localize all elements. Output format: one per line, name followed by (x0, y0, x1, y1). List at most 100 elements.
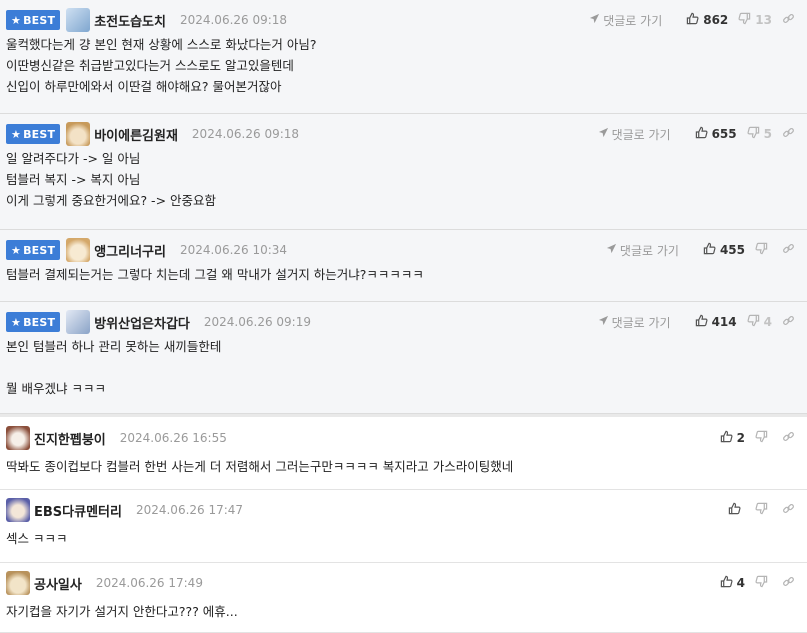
copy-link-button[interactable] (782, 12, 799, 28)
comment: 공사일사 2024.06.26 17:49 4 자기컵을 자기가 설거지 안한다고??… (0, 563, 807, 633)
comment: EBS다큐멘터리 2024.06.26 17:47 섹스 ㅋㅋㅋ (0, 490, 807, 563)
comment-header: EBS다큐멘터리 2024.06.26 17:47 (6, 498, 807, 522)
comment-line: 일 알려주다가 -> 일 아님 (6, 151, 141, 166)
nickname[interactable]: 진지한펩붕이 (34, 429, 106, 448)
link-icon (782, 314, 799, 330)
comment-date: 2024.06.26 17:49 (95, 576, 203, 590)
thumbs-down-icon (755, 430, 772, 446)
copy-link-button[interactable] (782, 126, 799, 142)
go-to-reply-link[interactable]: 댓글로 가기 (589, 12, 662, 29)
copy-link-button[interactable] (782, 242, 799, 258)
comment-actions: 2 (710, 426, 799, 450)
link-icon (782, 12, 799, 28)
go-to-reply-link[interactable]: 댓글로 가기 (606, 242, 679, 259)
dislike-button[interactable] (755, 430, 772, 446)
avatar[interactable] (6, 426, 30, 450)
like-count: 655 (711, 127, 737, 141)
comment-body: 딱봐도 종이컵보다 컴블러 한번 사는게 더 저렴해서 그러는구만ㅋㅋㅋㅋ 복지… (6, 456, 797, 477)
avatar[interactable] (66, 238, 91, 262)
comment-line: 딱봐도 종이컵보다 컴블러 한번 사는게 더 저렴해서 그러는구만ㅋㅋㅋㅋ 복지… (6, 459, 514, 474)
copy-link-button[interactable] (782, 430, 799, 446)
link-icon (782, 242, 799, 258)
comment-date: 2024.06.26 09:18 (179, 13, 288, 27)
avatar[interactable] (66, 8, 91, 32)
like-count: 4 (736, 576, 745, 590)
best-comment: ★ BEST 바이에른김원재 2024.06.26 09:18 댓글로 가기 655 5 일 … (0, 114, 807, 230)
comment-line: 이딴병신같은 취급받고있다는거 스스로도 알고있을텐데 (6, 58, 294, 73)
best-badge: ★ BEST (6, 124, 61, 144)
nickname[interactable]: 방위산업은차갑다 (94, 313, 190, 332)
like-button[interactable]: 4 (720, 575, 745, 591)
avatar[interactable] (66, 310, 91, 334)
thumbs-down-icon (747, 314, 764, 330)
comment-actions: 댓글로 가기 455 (606, 238, 799, 262)
dislike-button[interactable] (755, 575, 772, 591)
thumbs-up-icon (728, 502, 745, 518)
comment-body: 울컥했다는게 걍 본인 현재 상황에 스스로 화났다는거 아님? 이딴병신같은 취… (6, 34, 797, 97)
reply-arrow-icon (606, 243, 620, 257)
go-to-reply-link[interactable]: 댓글로 가기 (598, 314, 671, 331)
nickname[interactable]: 공사일사 (34, 574, 82, 593)
comment-header: 공사일사 2024.06.26 17:49 4 (6, 571, 807, 595)
comment-line: 텀블러 복지 -> 복지 아님 (6, 172, 141, 187)
nickname[interactable]: 앵그리너구리 (94, 241, 166, 260)
dislike-button[interactable] (755, 502, 772, 518)
comment-body: 텀블러 결제되는거는 그렇다 치는데 그걸 왜 막내가 설거지 하는거냐?ㅋㅋㅋ… (6, 264, 797, 285)
copy-link-button[interactable] (782, 314, 799, 330)
star-icon: ★ (11, 243, 22, 257)
link-icon (782, 575, 799, 591)
thumbs-down-icon (755, 242, 772, 258)
best-comment: ★ BEST 앵그리너구리 2024.06.26 10:34 댓글로 가기 455 텀블러 … (0, 230, 807, 302)
comment-line: 이게 그렇게 중요한거에요? -> 안중요함 (6, 193, 217, 208)
like-button[interactable]: 862 (686, 12, 728, 28)
copy-link-button[interactable] (782, 575, 799, 591)
comment-line: 텀블러 결제되는거는 그렇다 치는데 그걸 왜 막내가 설거지 하는거냐?ㅋㅋㅋ… (6, 267, 424, 282)
avatar[interactable] (6, 498, 30, 522)
thumbs-down-icon (755, 502, 772, 518)
like-button[interactable]: 2 (720, 430, 745, 446)
like-button[interactable] (728, 502, 745, 518)
comment-line: 울컥했다는게 걍 본인 현재 상황에 스스로 화났다는거 아님? (6, 37, 317, 52)
dislike-button[interactable]: 5 (747, 126, 772, 142)
thumbs-up-icon (695, 126, 712, 142)
comment-date: 2024.06.26 17:47 (135, 503, 244, 517)
best-comment: ★ BEST 초전도습도치 2024.06.26 09:18 댓글로 가기 862 13 울컥… (0, 0, 807, 114)
like-button[interactable]: 414 (695, 314, 737, 330)
comment-body: 자기컵을 자기가 설거지 안한다고??? 에휴... (6, 601, 797, 622)
go-to-reply-link[interactable]: 댓글로 가기 (598, 126, 671, 143)
comment-body: 일 알려주다가 -> 일 아님텀블러 복지 -> 복지 아님이게 그렇게 중요한… (6, 148, 797, 211)
thumbs-up-icon (720, 575, 737, 591)
comment-header: ★ BEST 바이에른김원재 2024.06.26 09:18 댓글로 가기 655 5 (6, 122, 807, 146)
nickname[interactable]: 초전도습도치 (94, 11, 166, 30)
like-button[interactable]: 455 (703, 242, 745, 258)
star-icon: ★ (11, 127, 22, 141)
avatar[interactable] (6, 571, 30, 595)
best-comment: ★ BEST 방위산업은차갑다 2024.06.26 09:19 댓글로 가기 414 4 본… (0, 302, 807, 414)
dislike-button[interactable]: 4 (747, 314, 772, 330)
comment-header: ★ BEST 방위산업은차갑다 2024.06.26 09:19 댓글로 가기 414 4 (6, 310, 807, 334)
dislike-button[interactable] (755, 242, 772, 258)
best-badge: ★ BEST (6, 312, 61, 332)
comment-line: 섹스 ㅋㅋㅋ (6, 531, 68, 546)
dislike-button[interactable]: 13 (738, 12, 772, 28)
comment-date: 2024.06.26 10:34 (179, 243, 288, 257)
link-icon (782, 430, 799, 446)
comment: 진지한펩붕이 2024.06.26 16:55 2 딱봐도 종이컵보다 컴블러 한번 … (0, 418, 807, 490)
nickname[interactable]: EBS다큐멘터리 (34, 501, 122, 520)
link-icon (782, 126, 799, 142)
link-icon (782, 502, 799, 518)
comment-actions: 댓글로 가기 655 5 (598, 122, 799, 146)
comment-line (6, 357, 797, 378)
like-button[interactable]: 655 (695, 126, 737, 142)
thumbs-up-icon (720, 430, 737, 446)
comment-header: ★ BEST 앵그리너구리 2024.06.26 10:34 댓글로 가기 455 (6, 238, 807, 262)
like-count: 862 (703, 13, 729, 27)
nickname[interactable]: 바이에른김원재 (94, 125, 178, 144)
comment-line: 자기컵을 자기가 설거지 안한다고??? 에휴... (6, 604, 238, 619)
dislike-count: 4 (763, 315, 772, 329)
comment-actions: 4 (710, 571, 799, 595)
avatar[interactable] (66, 122, 91, 146)
reply-arrow-icon (598, 315, 612, 329)
comment-date: 2024.06.26 09:19 (203, 315, 311, 329)
copy-link-button[interactable] (782, 502, 799, 518)
